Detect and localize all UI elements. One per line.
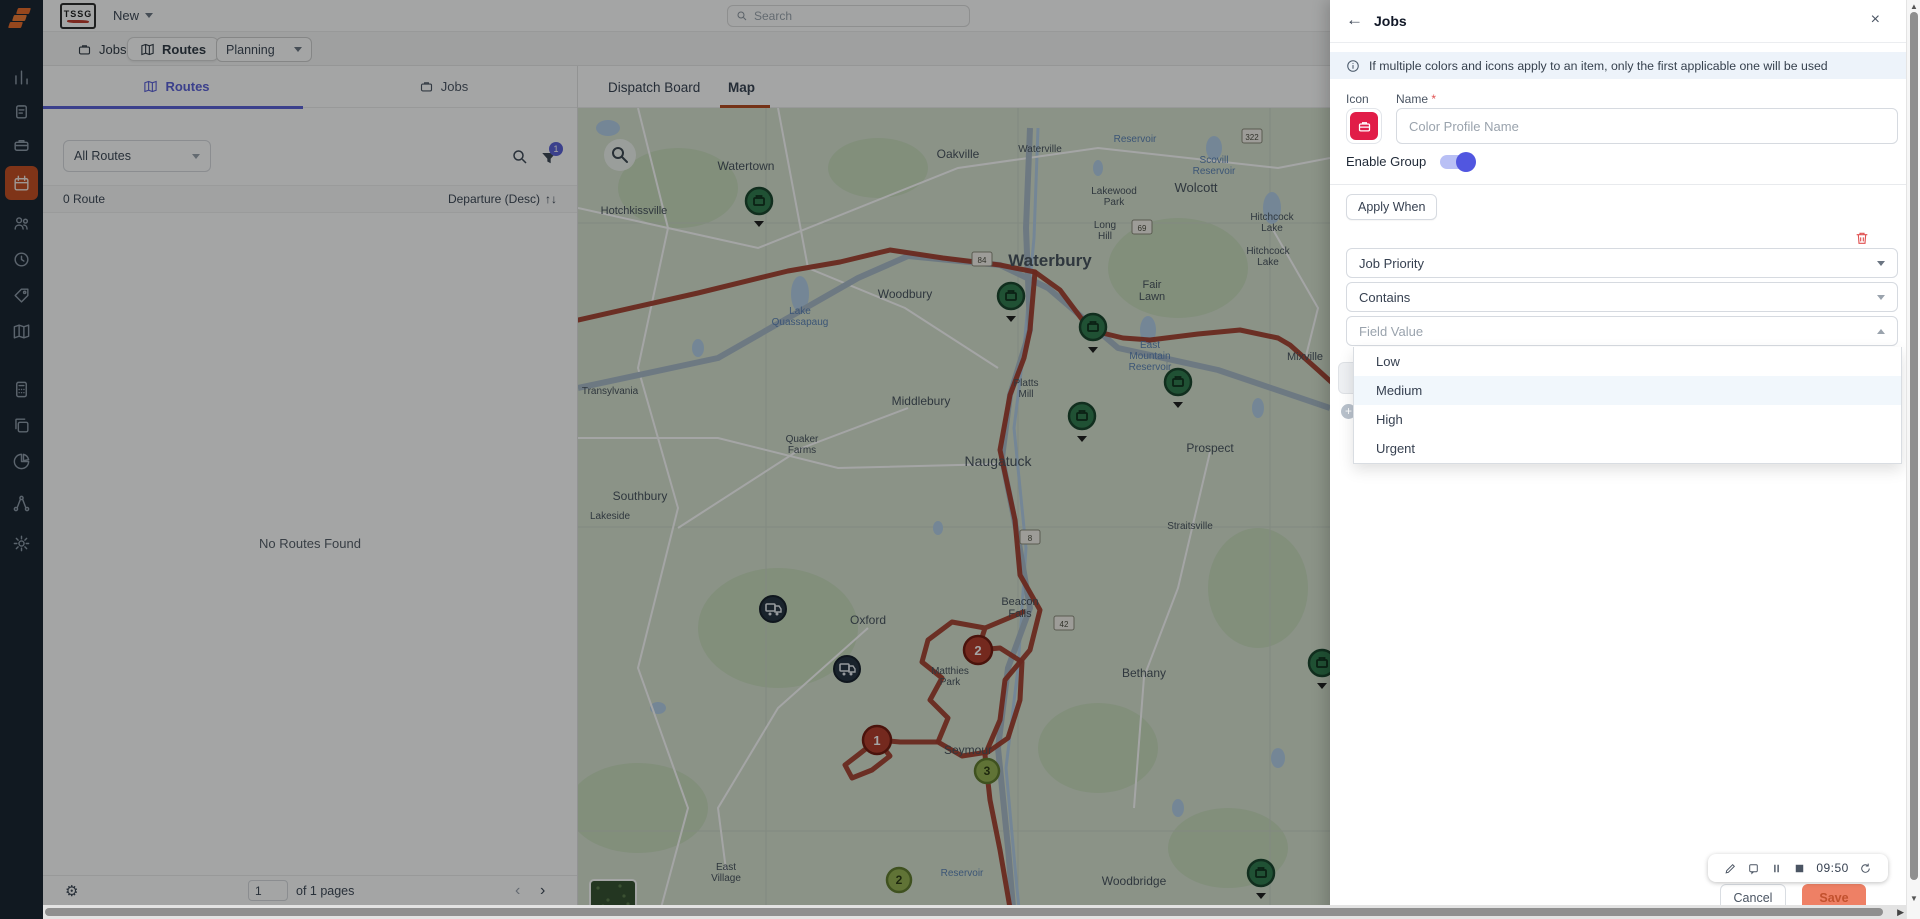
value-options-dropdown: Low Medium High Urgent [1353, 347, 1902, 464]
stop-icon[interactable] [1793, 862, 1806, 875]
condition-field-value: Job Priority [1359, 255, 1425, 271]
dropdown-option-high[interactable]: High [1354, 405, 1901, 434]
profile-name-input[interactable] [1396, 108, 1898, 144]
dropdown-option-medium[interactable]: Medium [1354, 376, 1901, 405]
close-icon[interactable]: × [1871, 11, 1880, 29]
chevron-down-icon [1877, 294, 1885, 300]
scroll-down-arrow[interactable]: ▼ [1910, 894, 1918, 903]
chevron-down-icon [1877, 260, 1885, 266]
pause-icon[interactable] [1770, 862, 1783, 875]
apply-when-button[interactable]: Apply When [1346, 194, 1438, 220]
delete-condition-trash-icon[interactable] [1854, 230, 1870, 246]
info-banner-text: If multiple colors and icons apply to an… [1369, 58, 1828, 73]
name-field-label: Name * [1396, 92, 1437, 106]
vertical-scroll-thumb[interactable] [1910, 12, 1918, 880]
horizontal-scrollbar[interactable]: ▶ [43, 905, 1906, 919]
obscured-panel-fragment [1338, 362, 1354, 394]
info-banner: If multiple colors and icons apply to an… [1330, 52, 1906, 79]
enable-group-row: Enable Group [1346, 151, 1477, 172]
briefcase-icon [1358, 121, 1370, 131]
back-arrow-icon[interactable]: ← [1346, 10, 1363, 30]
note-icon[interactable] [1747, 862, 1760, 875]
scroll-right-arrow[interactable]: ▶ [1897, 907, 1904, 918]
condition-field-select[interactable]: Job Priority [1346, 248, 1898, 278]
vertical-scrollbar[interactable]: ▲ ▼ [1906, 0, 1920, 919]
color-profile-drawer: ← Jobs × If multiple colors and icons ap… [1330, 0, 1906, 919]
selected-color-icon [1350, 112, 1378, 140]
condition-value-placeholder: Field Value [1359, 323, 1424, 339]
chevron-up-icon [1877, 328, 1885, 334]
toggle-knob [1456, 151, 1477, 172]
condition-operator-select[interactable]: Contains [1346, 282, 1898, 312]
required-asterisk: * [1431, 92, 1437, 106]
playback-time: 09:50 [1816, 861, 1849, 875]
divider [1330, 184, 1906, 185]
drawer-title: Jobs [1374, 13, 1407, 29]
refresh-icon[interactable] [1859, 862, 1872, 875]
modal-backdrop[interactable] [0, 0, 1330, 919]
condition-operator-value: Contains [1359, 289, 1411, 305]
dropdown-option-low[interactable]: Low [1354, 347, 1901, 376]
pen-icon[interactable] [1724, 862, 1737, 875]
icon-field-label: Icon [1346, 92, 1369, 106]
dropdown-option-urgent[interactable]: Urgent [1354, 434, 1901, 463]
condition-value-select[interactable]: Field Value [1346, 316, 1898, 346]
enable-group-toggle[interactable] [1440, 151, 1477, 172]
icon-picker-button[interactable] [1346, 108, 1382, 144]
info-icon [1347, 59, 1359, 72]
app-window: TSSG New Search Jobs Routes Planning Rou… [0, 0, 1920, 919]
scroll-up-arrow[interactable]: ▲ [1910, 2, 1918, 11]
horizontal-scroll-thumb[interactable] [45, 908, 1883, 916]
enable-group-label: Enable Group [1346, 154, 1427, 169]
drawer-header: ← Jobs × [1330, 0, 1906, 43]
map-playback-toolbar: 09:50 [1708, 854, 1888, 882]
